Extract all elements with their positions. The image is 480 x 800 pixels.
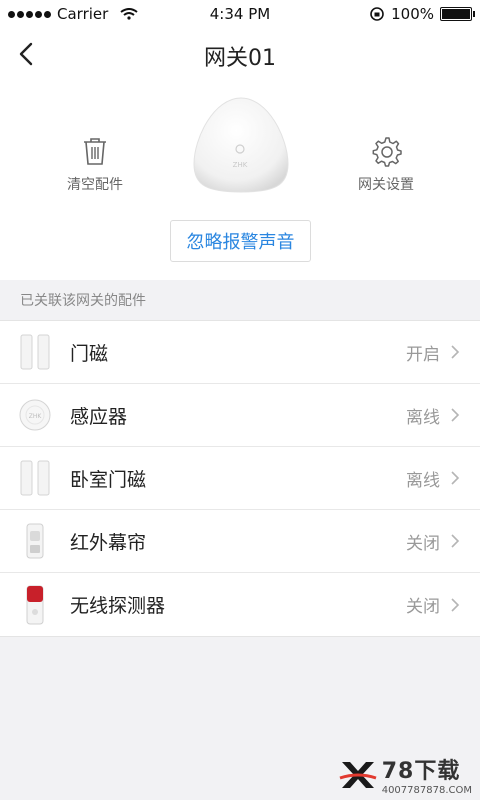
accessory-name: 卧室门磁 — [70, 468, 147, 491]
chevron-right-icon — [451, 471, 460, 485]
gateway-header: 网关01 清空配件 ZHK 网关设置 忽略报警声音 — [0, 28, 480, 280]
accessory-name: 红外幕帘 — [70, 531, 147, 554]
watermark-sub: 4007787878.COM — [381, 785, 472, 796]
clear-accessories-label: 清空配件 — [67, 177, 123, 193]
accessory-row-motion-sensor[interactable]: ZHK 感应器 离线 — [0, 384, 480, 447]
page-title: 网关01 — [204, 46, 276, 71]
door-sensor-icon — [20, 334, 50, 370]
chevron-right-icon — [451, 345, 460, 359]
status-bar: Carrier 4:34 PM 100% — [0, 0, 480, 28]
wireless-detector-icon — [26, 585, 44, 624]
site-watermark: 78下载 4007787878.COM — [338, 753, 472, 796]
accessory-status: 关闭 — [406, 533, 440, 554]
gateway-device-image: ZHK — [193, 97, 289, 193]
clear-accessories-button[interactable]: 清空配件 — [40, 134, 150, 194]
device-logo: ZHK — [233, 161, 248, 169]
watermark-logo-icon — [339, 761, 377, 788]
section-header: 已关联该网关的配件 — [0, 280, 480, 320]
rotation-lock-icon — [370, 7, 384, 21]
gateway-settings-label: 网关设置 — [358, 177, 414, 193]
motion-sensor-icon: ZHK — [19, 399, 51, 431]
accessory-name: 门磁 — [70, 342, 109, 365]
gateway-settings-button[interactable]: 网关设置 — [331, 134, 441, 194]
accessory-status: 关闭 — [406, 597, 440, 617]
door-sensor-icon — [20, 460, 50, 496]
accessory-row-infrared-curtain[interactable]: 红外幕帘 关闭 — [0, 510, 480, 573]
ignore-alarm-button[interactable]: 忽略报警声音 — [170, 220, 311, 262]
accessory-status: 离线 — [406, 407, 440, 428]
chevron-right-icon — [451, 408, 460, 422]
accessory-row-door-sensor[interactable]: 门磁 开启 — [0, 321, 480, 384]
accessory-name: 无线探测器 — [70, 595, 166, 617]
battery-icon — [440, 7, 475, 21]
accessory-name: 感应器 — [70, 405, 128, 428]
watermark-main: 78下载 — [381, 759, 461, 784]
status-right: 100% — [369, 5, 475, 23]
battery-percent: 100% — [391, 5, 434, 23]
accessory-status: 开启 — [406, 344, 440, 365]
accessory-list: 门磁 开启 ZHK 感应器 离线 卧室门磁 离线 红外幕帘 关闭 无线探测器 关… — [0, 320, 480, 637]
chevron-right-icon — [451, 534, 460, 548]
accessory-status: 离线 — [406, 470, 440, 491]
accessory-row-bedroom-door-sensor[interactable]: 卧室门磁 离线 — [0, 447, 480, 510]
gear-icon — [372, 137, 402, 167]
accessory-row-wireless-detector[interactable]: 无线探测器 关闭 — [0, 573, 480, 636]
chevron-right-icon — [451, 597, 460, 612]
trash-icon — [84, 138, 106, 165]
svg-text:ZHK: ZHK — [29, 413, 43, 420]
infrared-curtain-icon — [26, 523, 44, 559]
